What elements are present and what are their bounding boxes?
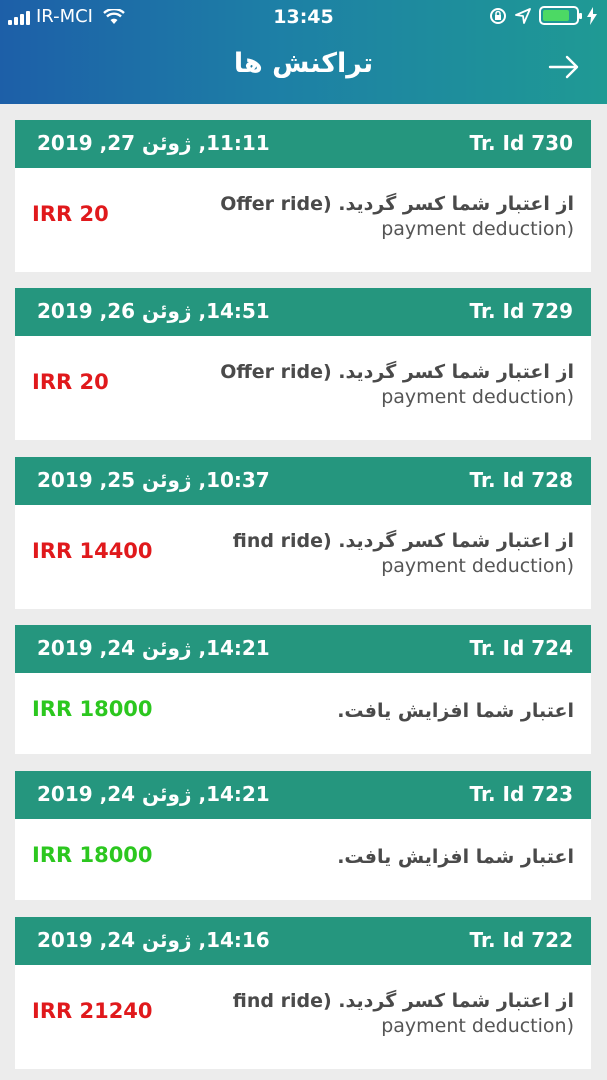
- transaction-card[interactable]: Tr. Id 723 14:21, ژوئن 24, 2019 IRR 1800…: [15, 771, 591, 900]
- transaction-header: Tr. Id 730 11:11, ژوئن 27, 2019: [15, 120, 591, 168]
- battery-icon: [539, 6, 582, 25]
- transaction-id: Tr. Id 729: [469, 299, 574, 323]
- transaction-amount: IRR 18000: [32, 697, 153, 721]
- transaction-amount: IRR 14400: [32, 539, 153, 563]
- transaction-card[interactable]: Tr. Id 722 14:16, ژوئن 24, 2019 IRR 2124…: [15, 917, 591, 1069]
- transaction-card[interactable]: Tr. Id 724 14:21, ژوئن 24, 2019 IRR 1800…: [15, 625, 591, 754]
- transaction-amount: IRR 21240: [32, 999, 153, 1023]
- rotation-lock-icon: [490, 7, 506, 24]
- transaction-card[interactable]: Tr. Id 728 10:37, ژوئن 25, 2019 IRR 1440…: [15, 457, 591, 609]
- transaction-header: Tr. Id 722 14:16, ژوئن 24, 2019: [15, 917, 591, 965]
- transaction-date: 14:21, ژوئن 24, 2019: [37, 636, 270, 660]
- transaction-header: Tr. Id 723 14:21, ژوئن 24, 2019: [15, 771, 591, 819]
- transaction-id: Tr. Id 724: [469, 636, 574, 660]
- transaction-date: 14:51, ژوئن 26, 2019: [37, 299, 270, 323]
- transaction-header: Tr. Id 728 10:37, ژوئن 25, 2019: [15, 457, 591, 505]
- arrow-right-icon[interactable]: [547, 50, 581, 84]
- transaction-date: 14:16, ژوئن 24, 2019: [37, 928, 270, 952]
- page-title: تراکنش ها: [233, 48, 374, 79]
- charging-icon: [587, 6, 597, 25]
- transaction-description: اعتبار شما افزایش یافت.: [337, 846, 574, 868]
- status-bar: IR-MCI 13:45: [0, 0, 607, 34]
- transaction-description: از اعتبار شما کسر گردید. (find ride paym…: [232, 530, 574, 577]
- transaction-id: Tr. Id 728: [469, 468, 574, 492]
- transaction-id: Tr. Id 730: [469, 131, 574, 155]
- transaction-header: Tr. Id 724 14:21, ژوئن 24, 2019: [15, 625, 591, 673]
- transaction-description: اعتبار شما افزایش یافت.: [337, 700, 574, 722]
- location-icon: [515, 7, 531, 24]
- transaction-date: 10:37, ژوئن 25, 2019: [37, 468, 270, 492]
- transaction-card[interactable]: Tr. Id 730 11:11, ژوئن 27, 2019 IRR 20 ا…: [15, 120, 591, 272]
- transaction-amount: IRR 18000: [32, 843, 153, 867]
- transaction-amount: IRR 20: [32, 202, 109, 226]
- transaction-date: 14:21, ژوئن 24, 2019: [37, 782, 270, 806]
- transaction-amount: IRR 20: [32, 370, 109, 394]
- transaction-card[interactable]: Tr. Id 729 14:51, ژوئن 26, 2019 IRR 20 ا…: [15, 288, 591, 440]
- transaction-id: Tr. Id 723: [469, 782, 574, 806]
- transaction-description: از اعتبار شما کسر گردید. (Offer ride pay…: [220, 361, 574, 408]
- transaction-id: Tr. Id 722: [469, 928, 574, 952]
- transaction-date: 11:11, ژوئن 27, 2019: [37, 131, 270, 155]
- transaction-description: از اعتبار شما کسر گردید. (Offer ride pay…: [220, 193, 574, 240]
- transaction-header: Tr. Id 729 14:51, ژوئن 26, 2019: [15, 288, 591, 336]
- app-header: IR-MCI 13:45 تراکنش ها: [0, 0, 607, 104]
- transaction-description: از اعتبار شما کسر گردید. (find ride paym…: [232, 990, 574, 1037]
